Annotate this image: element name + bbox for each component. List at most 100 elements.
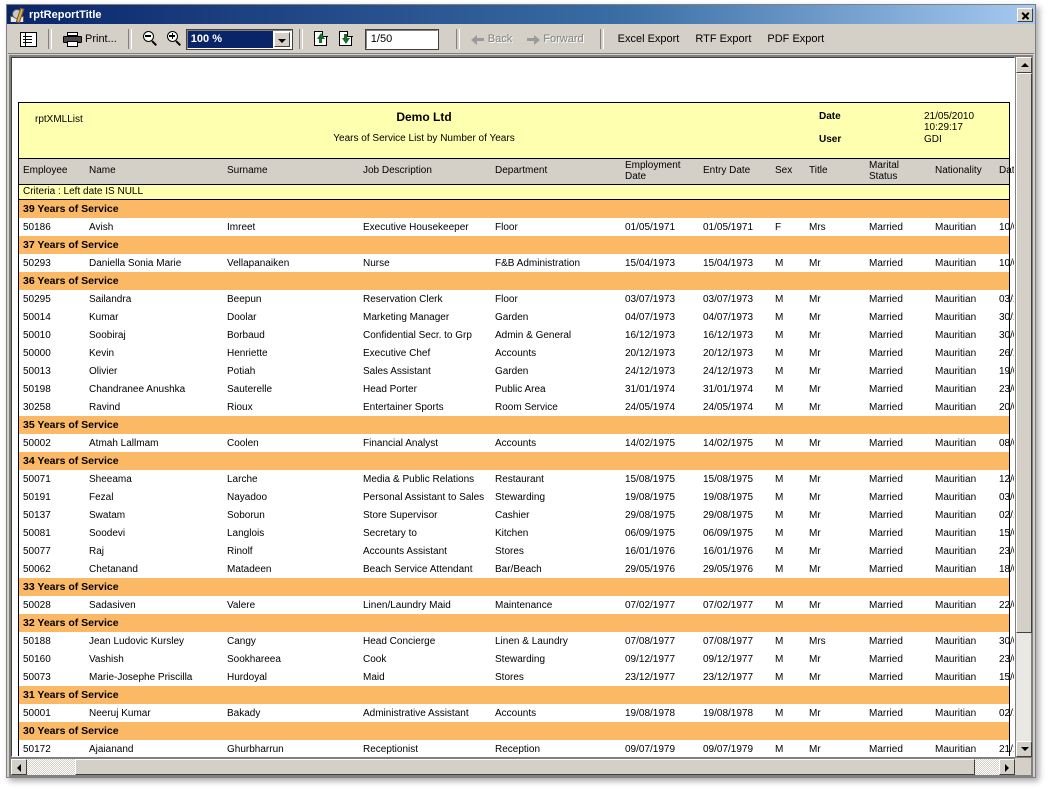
cell-entry-date: 06/09/1975 <box>703 528 769 539</box>
cell-surname: Hurdoyal <box>227 672 361 683</box>
cell-marital-status: Married <box>869 222 929 233</box>
table-row[interactable]: 50077RajRinolfAccounts AssistantStores16… <box>19 542 1009 560</box>
table-row[interactable]: 50081SoodeviLangloisSecretary toKitchen0… <box>19 524 1009 542</box>
table-row[interactable]: 50073Marie-Josephe PriscillaHurdoyalMaid… <box>19 668 1009 686</box>
table-row[interactable]: 50071SheeamaLarcheMedia & Public Relatio… <box>19 470 1009 488</box>
cell-name: Ravind <box>89 402 223 413</box>
column-header-employee: Employee <box>23 166 85 177</box>
print-button[interactable]: Print... <box>59 27 121 51</box>
report-header-band: rptXMLList Demo Ltd Years of Service Lis… <box>18 102 1010 158</box>
cell-date: 30/06 <box>999 330 1015 341</box>
back-button[interactable]: Back <box>467 27 516 51</box>
table-row[interactable]: 50014KumarDoolarMarketing ManagerGarden0… <box>19 308 1009 326</box>
zoom-out-button[interactable] <box>139 27 163 51</box>
cell-nationality: Mauritian <box>935 510 1007 521</box>
table-row[interactable]: 50010SoobirajBorbaudConfidential Secr. t… <box>19 326 1009 344</box>
pdf-export-button[interactable]: PDF Export <box>767 33 824 45</box>
vertical-scrollbar[interactable] <box>1015 57 1031 757</box>
table-row[interactable]: 50013OlivierPotiahSales AssistantGarden2… <box>19 362 1009 380</box>
scroll-up-button[interactable] <box>1016 57 1032 73</box>
cell-date: 18/06 <box>999 564 1015 575</box>
cell-name: Atmah Lallmam <box>89 438 223 449</box>
excel-export-button[interactable]: Excel Export <box>618 33 680 45</box>
table-row[interactable]: 50062ChetanandMatadeenBeach Service Atte… <box>19 560 1009 578</box>
table-row[interactable]: 50160VashishSookhareeaCookStewarding09/1… <box>19 650 1009 668</box>
cell-title: Mr <box>809 474 845 485</box>
table-row[interactable]: 50001Neeruj KumarBakadyAdministrative As… <box>19 704 1009 722</box>
table-row[interactable]: 50002Atmah LallmamCoolenFinancial Analys… <box>19 434 1009 452</box>
cell-sex: M <box>775 258 795 269</box>
table-row[interactable]: 50186AvishImreetExecutive HousekeeperFlo… <box>19 218 1009 236</box>
vertical-scroll-thumb[interactable] <box>1016 73 1032 633</box>
table-row[interactable]: 50028SadasivenValereLinen/Laundry MaidMa… <box>19 596 1009 614</box>
cell-entry-date: 01/05/1971 <box>703 222 769 233</box>
column-header-date: Date <box>999 166 1015 177</box>
cell-employment-date: 31/01/1974 <box>625 384 695 395</box>
table-row[interactable]: 50293Daniella Sonia MarieVellapanaikenNu… <box>19 254 1009 272</box>
vertical-scroll-track[interactable] <box>1016 73 1031 741</box>
cell-nationality: Mauritian <box>935 402 1007 413</box>
cell-entry-date: 14/02/1975 <box>703 438 769 449</box>
cell-name: Avish <box>89 222 223 233</box>
scroll-left-button[interactable] <box>11 759 27 775</box>
cell-entry-date: 23/12/1977 <box>703 672 769 683</box>
zoom-in-button[interactable] <box>163 27 187 51</box>
horizontal-scrollbar[interactable] <box>11 758 1015 775</box>
column-header-name: Name <box>89 166 223 177</box>
table-row[interactable]: 50188Jean Ludovic KursleyCangyHead Conci… <box>19 632 1009 650</box>
cell-nationality: Mauritian <box>935 708 1007 719</box>
page-number-input[interactable]: 1/50 <box>366 30 438 49</box>
toolbar-separator <box>128 29 132 49</box>
table-row[interactable]: 30258RavindRiouxEntertainer SportsRoom S… <box>19 398 1009 416</box>
cell-date: 19/06 <box>999 366 1015 377</box>
cell-employment-date: 19/08/1975 <box>625 492 695 503</box>
cell-department: Garden <box>495 366 623 377</box>
cell-surname: Beepun <box>227 294 361 305</box>
table-row[interactable]: 50172AjaianandGhurbharrunReceptionistRec… <box>19 740 1009 757</box>
group-header-row: 32 Years of Service <box>19 614 1009 632</box>
cell-employment-date: 15/08/1975 <box>625 474 695 485</box>
previous-page-button[interactable] <box>310 27 335 51</box>
cell-sex: M <box>775 564 795 575</box>
table-of-contents-button[interactable] <box>16 27 41 51</box>
table-row[interactable]: 50191FezalNayadooPersonal Assistant to S… <box>19 488 1009 506</box>
cell-nationality: Mauritian <box>935 744 1007 755</box>
chevron-down-icon[interactable] <box>274 32 290 47</box>
zoom-level-combobox[interactable]: 100 % <box>187 30 292 49</box>
user-label: User <box>819 134 841 145</box>
table-row[interactable]: 50198Chandranee AnushkaSauterelleHead Po… <box>19 380 1009 398</box>
cell-entry-date: 09/07/1979 <box>703 744 769 755</box>
group-header-row: 39 Years of Service <box>19 200 1009 218</box>
column-header-job: Job Description <box>363 166 491 177</box>
cell-employment-date: 06/09/1975 <box>625 528 695 539</box>
cell-date: 26/10 <box>999 348 1015 359</box>
cell-nationality: Mauritian <box>935 438 1007 449</box>
cell-employee: 50186 <box>23 222 85 233</box>
cell-sex: M <box>775 528 795 539</box>
table-row[interactable]: 50000KevinHenrietteExecutive ChefAccount… <box>19 344 1009 362</box>
cell-marital-status: Married <box>869 294 929 305</box>
next-page-button[interactable] <box>335 27 360 51</box>
cell-nationality: Mauritian <box>935 330 1007 341</box>
cell-title: Mrs <box>809 222 845 233</box>
cell-title: Mr <box>809 348 845 359</box>
cell-date: 30/10 <box>999 312 1015 323</box>
cell-surname: Rioux <box>227 402 361 413</box>
cell-nationality: Mauritian <box>935 312 1007 323</box>
cell-entry-date: 24/05/1974 <box>703 402 769 413</box>
table-row[interactable]: 50295SailandraBeepunReservation ClerkFlo… <box>19 290 1009 308</box>
cell-employee: 50000 <box>23 348 85 359</box>
horizontal-scroll-track[interactable] <box>27 759 999 775</box>
group-header-row: 30 Years of Service <box>19 722 1009 740</box>
cell-department: Bar/Beach <box>495 564 623 575</box>
close-button[interactable] <box>1017 8 1033 22</box>
cell-nationality: Mauritian <box>935 222 1007 233</box>
print-label: Print... <box>85 33 117 45</box>
forward-button[interactable]: Forward <box>522 27 587 51</box>
scroll-right-button[interactable] <box>999 759 1015 775</box>
rtf-export-button[interactable]: RTF Export <box>695 33 751 45</box>
scroll-down-button[interactable] <box>1016 741 1032 757</box>
page-top-margin <box>12 58 1015 102</box>
horizontal-scroll-thumb[interactable] <box>75 759 975 775</box>
table-row[interactable]: 50137SwatamSoborunStore SupervisorCashie… <box>19 506 1009 524</box>
